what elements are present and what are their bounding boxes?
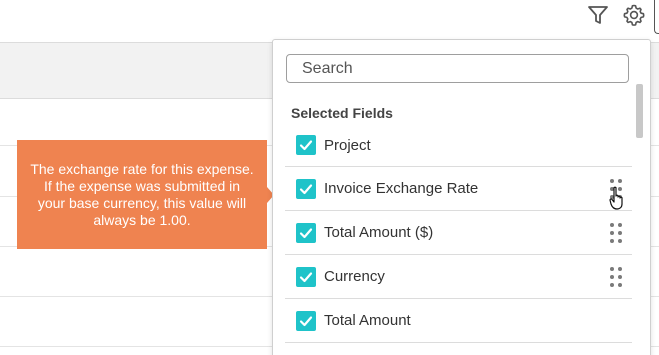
checkmark-icon: [299, 183, 313, 194]
field-description-tooltip: The exchange rate for this expense. If t…: [17, 140, 267, 249]
filter-button[interactable]: [584, 2, 612, 28]
dropdown-scrollbar[interactable]: [636, 84, 643, 355]
checkmark-icon: [299, 315, 313, 326]
field-checkbox[interactable]: [296, 310, 316, 331]
settings-button[interactable]: [620, 1, 648, 29]
field-row-total-amount-usd[interactable]: Total Amount ($): [285, 211, 632, 255]
checkmark-icon: [299, 271, 313, 282]
field-checkbox[interactable]: [296, 178, 316, 199]
field-label: Invoice Exchange Rate: [324, 180, 479, 197]
gear-icon: [623, 4, 645, 26]
drag-handle-icon[interactable]: [610, 222, 622, 243]
checkmark-icon: [299, 140, 313, 151]
field-row-project[interactable]: Project: [285, 124, 632, 167]
field-picker-dropdown: Selected Fields Project Invoice Exchange…: [272, 39, 651, 355]
field-checkbox[interactable]: [296, 135, 316, 155]
drag-handle-icon[interactable]: [610, 178, 622, 199]
checkmark-icon: [299, 227, 313, 238]
field-label: Total Amount: [324, 312, 411, 329]
field-label: Total Amount ($): [324, 224, 434, 241]
field-row-total-amount[interactable]: Total Amount: [285, 299, 632, 343]
field-checkbox[interactable]: [296, 266, 316, 287]
search-input[interactable]: [286, 54, 629, 83]
selected-fields-list: Project Invoice Exchange Rate Total Amou…: [285, 124, 632, 343]
window-edge: [654, 0, 659, 34]
tooltip-text: The exchange rate for this expense. If t…: [30, 160, 254, 228]
field-checkbox[interactable]: [296, 222, 316, 243]
scroll-thumb[interactable]: [636, 84, 643, 138]
section-title: Selected Fields: [291, 105, 393, 121]
field-label: Currency: [324, 268, 385, 285]
drag-handle-icon[interactable]: [610, 266, 622, 287]
field-row-invoice-exchange-rate[interactable]: Invoice Exchange Rate: [285, 167, 632, 211]
field-label: Project: [324, 136, 371, 154]
field-row-currency[interactable]: Currency: [285, 255, 632, 299]
filter-icon: [588, 6, 608, 24]
